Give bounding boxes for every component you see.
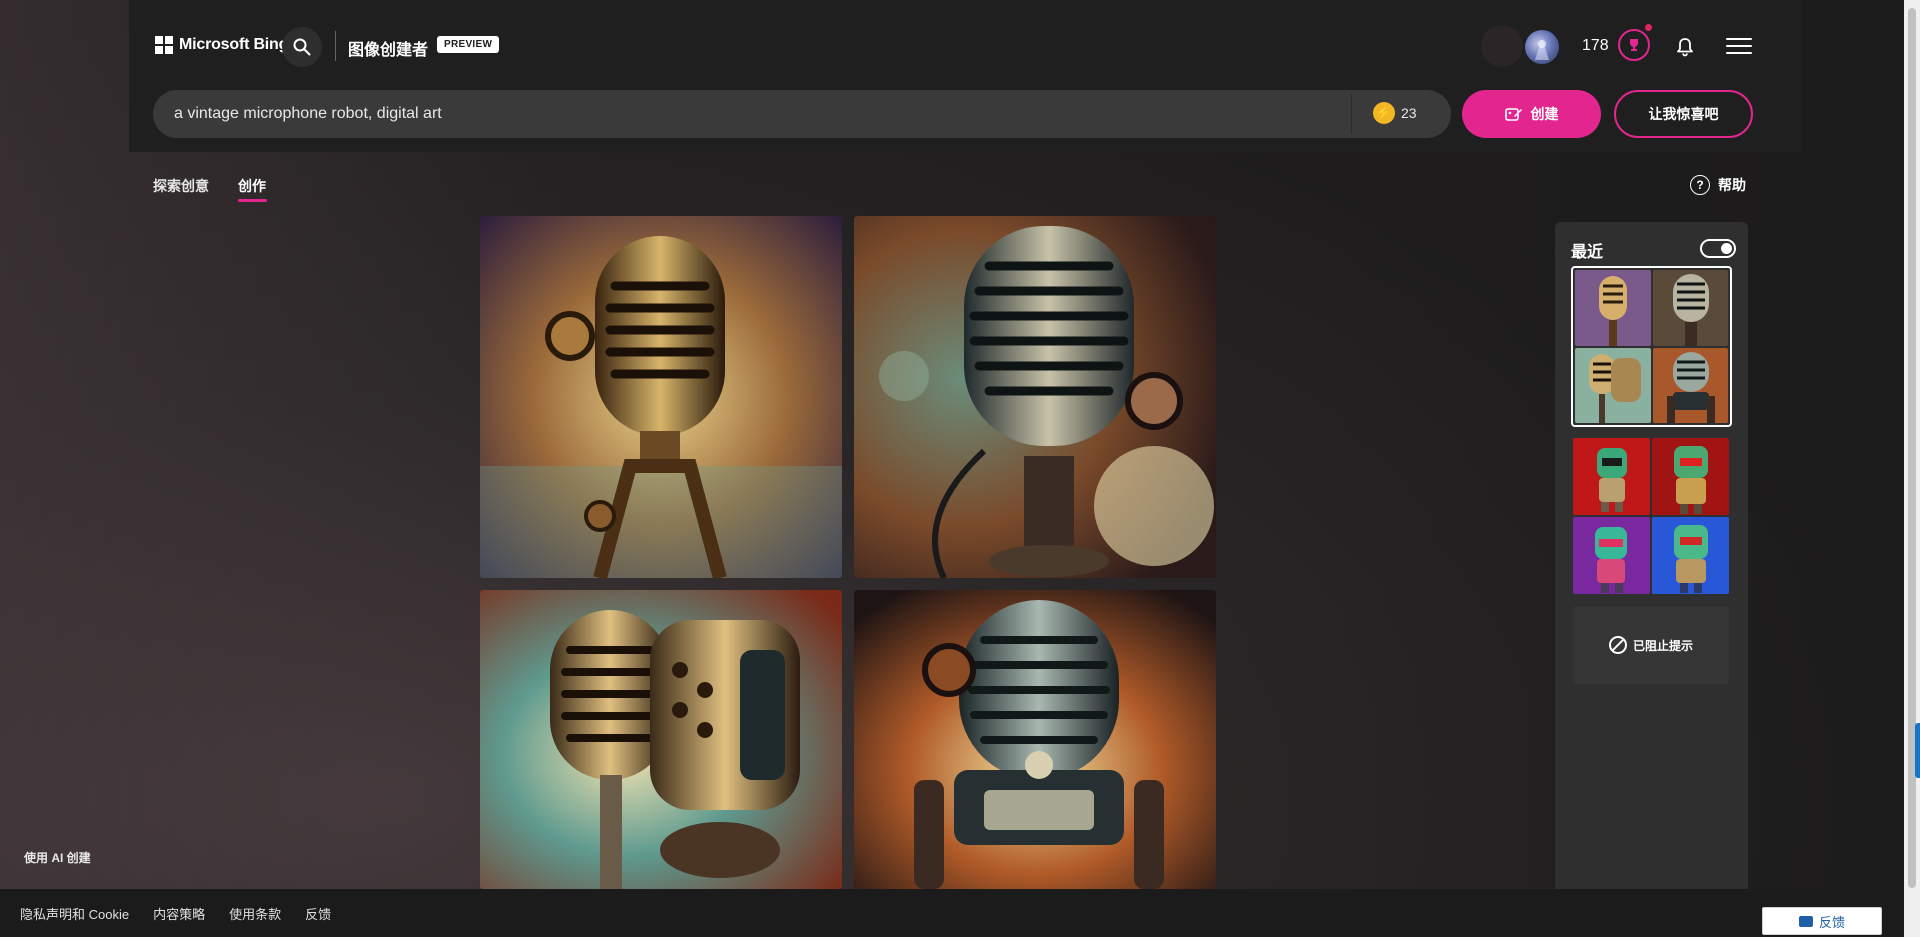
chat-icon: [1798, 915, 1813, 927]
brand-name: Microsoft Bing: [179, 36, 289, 53]
boost-counter[interactable]: ⚡ 23: [1373, 102, 1417, 124]
rewards-notification-dot: [1645, 24, 1652, 31]
search-button[interactable]: [282, 27, 322, 67]
footer: 隐私声明和 Cookie 内容策略 使用条款 反馈: [0, 889, 1904, 937]
create-label: 创建: [1530, 106, 1559, 122]
recent-item-robots[interactable]: [1573, 438, 1729, 594]
scrollbar[interactable]: [1904, 0, 1920, 937]
thumbnail: [1652, 347, 1728, 423]
thumbnail: [1573, 517, 1650, 594]
thumbnail: [1573, 438, 1650, 515]
footer-link-terms[interactable]: 使用条款: [229, 904, 281, 923]
notifications-button[interactable]: [1672, 34, 1698, 60]
thumbnail: [1652, 517, 1729, 594]
rewards-button[interactable]: [1618, 29, 1650, 61]
create-button[interactable]: 创建: [1462, 90, 1601, 138]
generated-image-2[interactable]: [854, 216, 1216, 578]
recent-panel: 最近 已阻止提示: [1555, 222, 1748, 889]
boost-count: 23: [1401, 105, 1417, 121]
rewards-points: 178: [1582, 37, 1609, 54]
prompt-separator: [1351, 94, 1352, 134]
ai-created-note: 使用 AI 创建: [24, 851, 91, 865]
thumbnail: [1652, 270, 1728, 346]
help-link[interactable]: ? 帮助: [1690, 175, 1746, 195]
side-panel-tab[interactable]: [1915, 723, 1920, 778]
thumbnail: [1652, 438, 1729, 515]
active-tab-indicator: [238, 199, 267, 202]
trophy-icon: [1630, 39, 1638, 51]
help-label: 帮助: [1718, 177, 1746, 193]
feedback-label: 反馈: [1818, 914, 1845, 930]
app-title[interactable]: 图像创建者: [348, 36, 428, 60]
prompt-box: ⚡ 23: [153, 90, 1451, 138]
search-icon: [293, 38, 311, 56]
bell-icon: [1677, 38, 1693, 57]
header: Microsoft Bing 图像创建者 PREVIEW 178 ⚡ 23 创建…: [129, 0, 1801, 152]
avatar[interactable]: [1525, 30, 1559, 64]
blocked-label: 已阻止提示: [1632, 638, 1693, 653]
account-placeholder[interactable]: [1481, 25, 1523, 67]
hamburger-menu-icon[interactable]: [1726, 33, 1752, 59]
tab-create[interactable]: 创作: [238, 176, 266, 196]
footer-link-privacy[interactable]: 隐私声明和 Cookie: [20, 904, 129, 923]
surprise-me-button[interactable]: 让我惊喜吧: [1614, 90, 1753, 138]
recent-item-microphones[interactable]: [1571, 266, 1732, 427]
preview-badge: PREVIEW: [437, 36, 500, 53]
recent-title: 最近: [1571, 244, 1604, 261]
lightning-icon: ⚡: [1373, 102, 1395, 124]
question-icon: ?: [1690, 175, 1710, 195]
generated-image-4[interactable]: [854, 590, 1216, 889]
create-icon: [1504, 108, 1522, 121]
thumbnail: [1575, 347, 1651, 423]
avatar-image: [1535, 38, 1549, 60]
recent-toggle[interactable]: [1700, 239, 1736, 258]
tab-explore[interactable]: 探索创意: [153, 176, 209, 196]
thumbnail: [1575, 270, 1651, 346]
generated-image-3[interactable]: [480, 590, 842, 889]
footer-links: 隐私声明和 Cookie 内容策略 使用条款 反馈: [20, 904, 331, 923]
feedback-button[interactable]: 反馈: [1762, 907, 1882, 935]
prohibited-icon: [1608, 636, 1627, 654]
header-divider: [335, 31, 336, 61]
footer-link-feedback[interactable]: 反馈: [305, 904, 331, 923]
microsoft-logo-icon: [155, 36, 173, 54]
prompt-input[interactable]: [174, 90, 1274, 138]
blocked-prompt-item[interactable]: 已阻止提示: [1573, 606, 1729, 684]
bing-logo[interactable]: Microsoft Bing: [155, 36, 288, 54]
generated-image-1[interactable]: [480, 216, 842, 578]
footer-link-content-policy[interactable]: 内容策略: [153, 904, 205, 923]
